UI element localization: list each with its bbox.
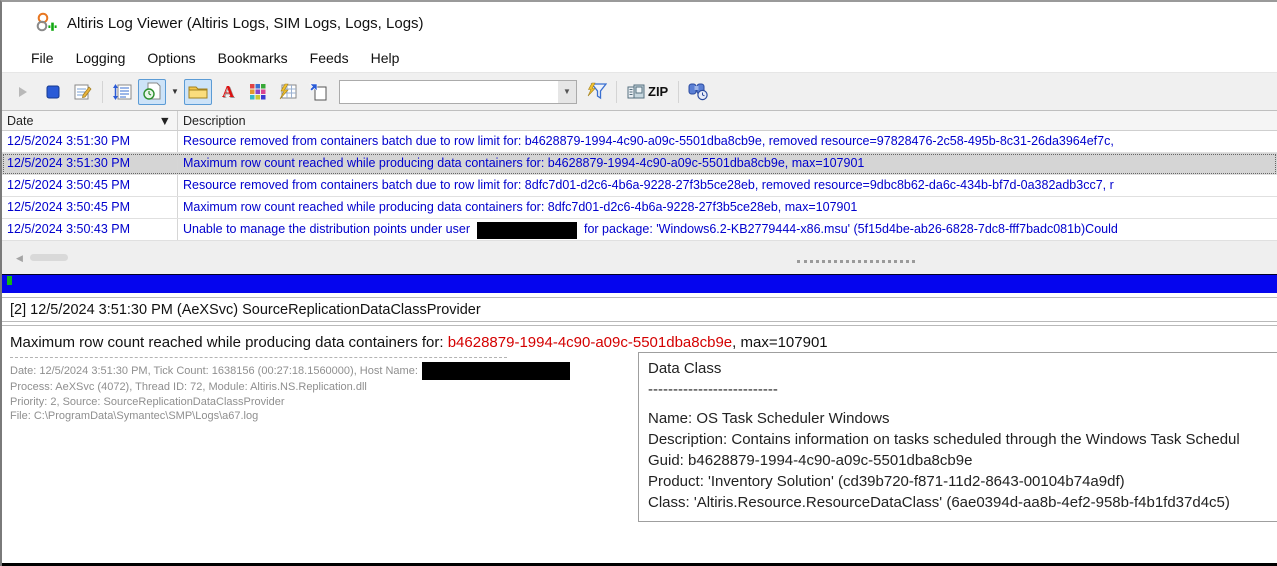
log-row-3[interactable]: 12/5/2024 3:50:45 PM Resource removed fr…: [2, 175, 1277, 197]
detail-message-suffix: , max=107901: [732, 334, 828, 351]
menu-logging[interactable]: Logging: [65, 47, 137, 69]
chevron-down-icon: ▼: [563, 87, 571, 96]
toolbar-separator: [616, 80, 617, 103]
column-header-date[interactable]: Date ▼: [2, 111, 178, 130]
progress-bar: [2, 274, 1277, 293]
zip-logs-button[interactable]: ZIP: [622, 79, 673, 105]
log-description-prefix: Unable to manage the distribution points…: [183, 222, 470, 236]
detail-divider: [10, 357, 507, 358]
copy-entry-button[interactable]: [304, 79, 332, 105]
meta-date-tick-host: Date: 12/5/2024 3:51:30 PM, Tick Count: …: [10, 364, 418, 377]
combobox-dropdown-button[interactable]: ▼: [558, 80, 576, 103]
show-time-button[interactable]: [138, 78, 166, 105]
zip-device-icon: [627, 84, 645, 98]
data-class-tooltip: Data Class -------------------------- Na…: [638, 352, 1277, 522]
play-button[interactable]: [9, 79, 37, 105]
log-date: 12/5/2024 3:50:43 PM: [2, 219, 178, 240]
toolbar: ▼ A ▼ ZIP: [2, 72, 1277, 110]
tooltip-divider: --------------------------: [648, 381, 778, 398]
detail-message: Maximum row count reached while producin…: [2, 326, 1277, 351]
app-logo-icon: [36, 12, 58, 32]
log-row-5[interactable]: 12/5/2024 3:50:43 PM Unable to manage th…: [2, 219, 1277, 241]
stop-button[interactable]: [39, 79, 67, 105]
toolbar-separator: [678, 80, 680, 103]
autoscroll-button[interactable]: [108, 79, 136, 105]
flat-view-button[interactable]: [274, 79, 302, 105]
sort-descending-icon: ▼: [158, 113, 171, 128]
detail-entry-header: [2] 12/5/2024 3:51:30 PM (AeXSvc) Source…: [2, 297, 1277, 322]
log-description: Maximum row count reached while producin…: [183, 200, 858, 214]
tooltip-description: Description: Contains information on tas…: [648, 431, 1240, 448]
filter-combobox: ▼: [339, 79, 577, 104]
log-date: 12/5/2024 3:51:30 PM: [2, 131, 178, 152]
splitter-grip[interactable]: [797, 260, 915, 263]
folder-icon: [188, 86, 208, 99]
open-folder-button[interactable]: [184, 78, 212, 105]
redacted-username: [477, 222, 577, 239]
log-date: 12/5/2024 3:50:45 PM: [2, 197, 178, 218]
redacted-hostname: [421, 362, 570, 380]
edit-log-button[interactable]: [69, 79, 97, 105]
play-icon: [19, 86, 27, 97]
binoculars-clock-icon: [688, 83, 708, 101]
tooltip-title: Data Class: [648, 360, 722, 377]
date-column-label: Date: [7, 113, 34, 128]
menu-help[interactable]: Help: [360, 47, 411, 69]
altiris-log-viewer-window: Altiris Log Viewer (Altiris Logs, SIM Lo…: [0, 0, 1277, 566]
detail-message-prefix: Maximum row count reached while producin…: [10, 334, 448, 351]
log-description: Resource removed from containers batch d…: [183, 134, 1114, 148]
log-description-suffix: for package: 'Windows6.2-KB2779444-x86.m…: [584, 222, 1118, 236]
colorize-button[interactable]: [244, 79, 272, 105]
find-history-button[interactable]: [684, 79, 712, 105]
log-row-4[interactable]: 12/5/2024 3:50:45 PM Maximum row count r…: [2, 197, 1277, 219]
filter-funnel-icon: [587, 82, 607, 100]
stop-icon: [46, 85, 60, 98]
log-description: Maximum row count reached while producin…: [183, 156, 865, 170]
table-lightning-icon: [279, 83, 297, 100]
detail-pane: Maximum row count reached while producin…: [2, 325, 1277, 563]
document-clock-icon: [142, 82, 160, 100]
show-errors-button[interactable]: A: [214, 79, 242, 105]
log-date: 12/5/2024 3:50:45 PM: [2, 175, 178, 196]
detail-header-text: [2] 12/5/2024 3:51:30 PM (AeXSvc) Source…: [10, 301, 481, 318]
toolbar-separator: [102, 80, 103, 103]
log-date: 12/5/2024 3:51:30 PM: [2, 153, 178, 174]
tooltip-product: Product: 'Inventory Solution' (cd39b720-…: [648, 473, 1125, 490]
menu-feeds[interactable]: Feeds: [299, 47, 360, 69]
tooltip-class: Class: 'Altiris.Resource.ResourceDataCla…: [648, 494, 1230, 511]
menu-bar: File Logging Options Bookmarks Feeds Hel…: [2, 44, 1277, 72]
column-header-description[interactable]: Description: [178, 111, 1277, 130]
window-title: Altiris Log Viewer (Altiris Logs, SIM Lo…: [67, 14, 424, 32]
scroll-left-arrow-icon[interactable]: ◀: [16, 253, 23, 264]
zip-label: ZIP: [648, 84, 669, 99]
menu-bookmarks[interactable]: Bookmarks: [207, 47, 299, 69]
tooltip-guid: Guid: b4628879-1994-4c90-a09c-5501dba8cb…: [648, 452, 973, 469]
error-a-icon: A: [221, 81, 235, 101]
title-bar: Altiris Log Viewer (Altiris Logs, SIM Lo…: [2, 2, 1277, 44]
log-row-1[interactable]: 12/5/2024 3:51:30 PM Resource removed fr…: [2, 131, 1277, 153]
log-description: Resource removed from containers batch d…: [183, 178, 1114, 192]
apply-filter-button[interactable]: [583, 79, 611, 105]
chevron-down-icon: ▼: [171, 87, 179, 96]
filter-input[interactable]: [340, 81, 558, 102]
color-grid-icon: [250, 83, 266, 99]
tooltip-name: Name: OS Task Scheduler Windows: [648, 410, 890, 427]
log-grid: Date ▼ Description 12/5/2024 3:51:30 PM …: [2, 110, 1277, 241]
edit-note-icon: [74, 84, 92, 99]
description-column-label: Description: [183, 113, 246, 128]
detail-message-guid: b4628879-1994-4c90-a09c-5501dba8cb9e: [447, 334, 733, 351]
grid-scroll-area: ◀: [2, 241, 1277, 274]
menu-file[interactable]: File: [20, 47, 65, 69]
log-row-2-selected[interactable]: 12/5/2024 3:51:30 PM Maximum row count r…: [2, 153, 1277, 175]
grid-header: Date ▼ Description: [2, 111, 1277, 131]
progress-marker: [7, 276, 12, 285]
copy-arrow-icon: [309, 83, 327, 100]
autoscroll-icon: [112, 83, 131, 100]
horizontal-scrollbar-thumb[interactable]: [30, 254, 68, 261]
menu-options[interactable]: Options: [136, 47, 206, 69]
show-time-dropdown[interactable]: ▼: [168, 79, 182, 105]
